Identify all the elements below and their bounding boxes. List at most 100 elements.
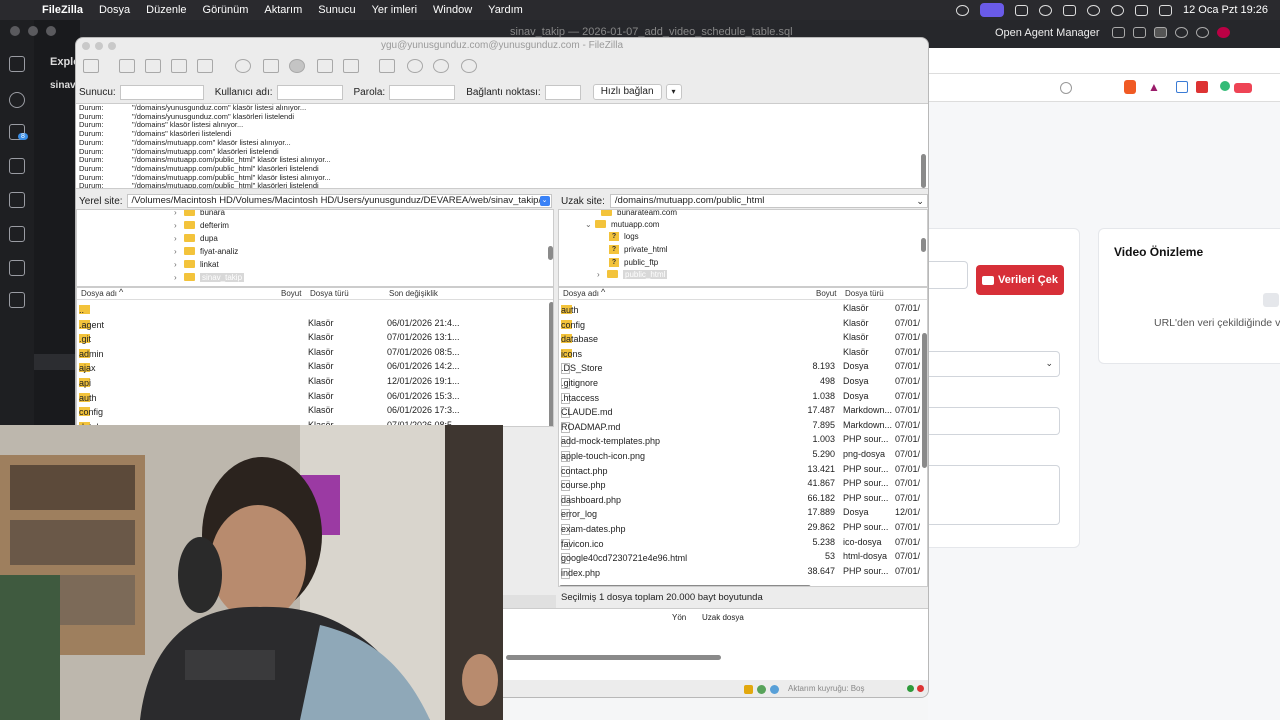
remote-path-input[interactable]: /domains/mutuapp.com/public_html ⌄ (609, 194, 928, 208)
category-select[interactable]: ⌄ (920, 351, 1060, 377)
remote-file-row[interactable]: icons Klasör 07/01/ (559, 345, 927, 360)
sync-icon[interactable] (1039, 4, 1052, 16)
reload-icon[interactable] (1060, 82, 1072, 94)
remote-file-row[interactable]: database Klasör 07/01/ (559, 330, 927, 345)
menu-duzenle[interactable]: Düzenle (146, 4, 186, 16)
layout-aux-icon[interactable] (1154, 27, 1167, 38)
description-textarea[interactable] (920, 465, 1060, 525)
local-file-row[interactable]: .agent Klasör 06/01/2026 21:4... (77, 316, 553, 331)
reconnect-button[interactable] (340, 55, 362, 77)
accounts-icon[interactable] (1196, 27, 1209, 38)
zoom-icon[interactable] (46, 26, 56, 36)
search-icon[interactable] (1135, 4, 1148, 16)
chevron-right-icon[interactable]: › (174, 234, 184, 243)
remote-tree-item[interactable]: ? public_ftp (609, 256, 658, 268)
apple-icon[interactable] (14, 3, 30, 17)
compare-button[interactable] (404, 55, 426, 77)
log-scrollbar[interactable] (921, 154, 926, 188)
col-type[interactable]: Dosya türü (310, 289, 349, 298)
chevron-right-icon[interactable]: › (174, 210, 184, 217)
col-name[interactable]: Dosya adı (563, 289, 599, 298)
remote-file-row[interactable]: config Klasör 07/01/ (559, 316, 927, 331)
search-icon[interactable] (1175, 27, 1188, 38)
remote-tree-item[interactable]: ⌄ mutuapp.com (585, 218, 659, 230)
local-file-row[interactable]: api Klasör 12/01/2026 19:1... (77, 374, 553, 389)
menu-dosya[interactable]: Dosya (99, 4, 130, 16)
remote-file-row[interactable]: add-mock-templates.php 1.003 PHP sour... 07… (559, 432, 927, 448)
quickconnect-button[interactable]: Hızlı bağlan (592, 84, 662, 100)
local-tree-item[interactable]: › fiyat-analiz (174, 245, 238, 257)
menu-aktarim[interactable]: Aktarım (264, 4, 302, 16)
title-input[interactable] (920, 407, 1060, 435)
test-icon[interactable] (9, 260, 25, 276)
extension-green-icon[interactable] (1220, 81, 1230, 91)
local-tree-item[interactable]: › linkat (174, 258, 219, 270)
directory-filter-button[interactable] (376, 55, 398, 77)
chevron-icon[interactable]: ⌄ (585, 220, 595, 229)
minimize-icon[interactable] (28, 26, 38, 36)
local-tree-scrollbar[interactable] (548, 246, 553, 260)
profile-icon[interactable] (1217, 27, 1230, 38)
battery-icon[interactable] (1063, 4, 1076, 16)
open-agent-manager-button[interactable]: Open Agent Manager (995, 27, 1100, 39)
toggle-log-button[interactable] (116, 55, 138, 77)
window-icon[interactable] (1015, 4, 1028, 16)
toggle-remote-tree-button[interactable] (168, 55, 190, 77)
col-size[interactable]: Boyut (281, 289, 301, 298)
remote-file-row[interactable]: google40cd7230721e4e96.html 53 html-dosya 0… (559, 549, 927, 565)
find-files-button[interactable] (458, 55, 480, 77)
queue-col-direction[interactable]: Yön (672, 613, 686, 622)
local-file-row[interactable]: config Klasör 06/01/2026 17:3... (77, 403, 553, 418)
chevron-icon[interactable]: › (597, 270, 607, 279)
menu-gorunum[interactable]: Görünüm (203, 4, 249, 16)
extension-red-icon[interactable] (1196, 81, 1208, 93)
chevron-right-icon[interactable]: › (174, 221, 184, 230)
remote-tree-item[interactable]: ? logs (609, 230, 639, 242)
remote-tree-scrollbar[interactable] (921, 238, 926, 252)
remote-file-row[interactable]: dashboard.php 66.182 PHP sour... 07/01/ (559, 491, 927, 506)
run-icon[interactable] (9, 158, 25, 174)
menu-yer-imleri[interactable]: Yer imleri (372, 4, 417, 16)
remote-file-row[interactable]: exam-dates.php 29.862 PHP sour... 07/01/ (559, 520, 927, 535)
screen-record-icon[interactable] (980, 3, 1004, 17)
menu-sunucu[interactable]: Sunucu (318, 4, 355, 16)
toggle-queue-button[interactable] (194, 55, 216, 77)
remote-list-scrollbar[interactable] (922, 333, 927, 468)
col-size[interactable]: Boyut (816, 289, 836, 298)
local-tree-item[interactable]: › dupa (174, 232, 218, 244)
chevron-right-icon[interactable]: › (174, 247, 184, 256)
col-modified[interactable]: Son değişiklik (389, 289, 438, 298)
local-path-input[interactable]: /Volumes/Macintosh HD/Volumes/Macintosh … (126, 194, 552, 208)
cancel-button[interactable] (286, 55, 308, 77)
local-file-row[interactable]: .. (77, 301, 553, 316)
chevron-right-icon[interactable]: › (174, 273, 184, 282)
local-file-row[interactable]: ajax Klasör 06/01/2026 14:2... (77, 359, 553, 374)
layout-panel-icon[interactable] (1133, 27, 1146, 38)
vpn-icon[interactable] (956, 4, 969, 16)
remote-file-row[interactable]: .DS_Store 8.193 Dosya 07/01/ (559, 359, 927, 375)
brave-shield-icon[interactable] (1124, 80, 1136, 94)
disconnect-button[interactable] (314, 55, 336, 77)
remote-tree-item[interactable]: ? private_html (609, 243, 668, 255)
chevron-down-icon[interactable]: ⌄ (916, 195, 924, 207)
host-input[interactable] (119, 84, 204, 100)
remote-file-row[interactable]: index.php 38.647 PHP sour... 07/01/ (559, 564, 927, 579)
remote-tree-item[interactable]: bunarateam.com (601, 210, 677, 218)
site-manager-button[interactable] (80, 55, 102, 77)
remote-file-row[interactable]: auth Klasör 07/01/ (559, 301, 927, 316)
remote-file-row[interactable]: .htaccess 1.038 Dosya 07/01/ (559, 389, 927, 404)
remote-file-row[interactable]: course.php 41.867 PHP sour... 07/01/ (559, 476, 927, 492)
sync-browsing-button[interactable] (430, 55, 452, 77)
wifi-icon[interactable] (1111, 4, 1124, 16)
local-tree-item[interactable]: › bunara (174, 210, 225, 218)
explorer-folder[interactable]: sinav (50, 80, 76, 91)
chevron-right-icon[interactable]: › (174, 260, 184, 269)
fetch-data-button[interactable]: Verileri Çek (976, 265, 1064, 295)
quickconnect-dropdown[interactable]: ▾ (665, 84, 682, 100)
layout-sidebar-icon[interactable] (1112, 27, 1125, 38)
username-input[interactable] (276, 84, 343, 100)
menu-window[interactable]: Window (433, 4, 472, 16)
toggle-local-tree-button[interactable] (142, 55, 164, 77)
local-file-row[interactable]: .git Klasör 07/01/2026 13:1... (77, 330, 553, 345)
control-center-icon[interactable] (1159, 4, 1172, 16)
